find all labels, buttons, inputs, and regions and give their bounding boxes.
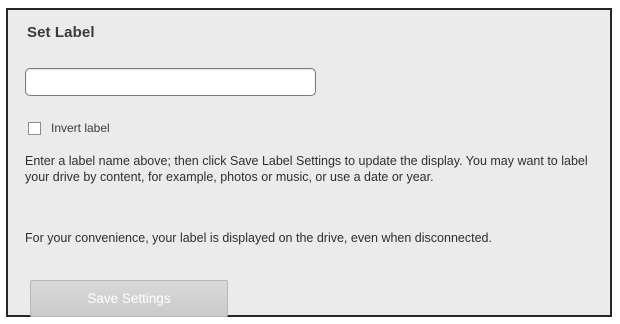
- panel-title: Set Label: [27, 24, 95, 41]
- help-text-instructions: Enter a label name above; then click Sav…: [25, 154, 588, 184]
- label-name-input[interactable]: [25, 68, 316, 96]
- invert-label-option[interactable]: Invert label: [28, 121, 110, 135]
- invert-label-checkbox[interactable]: [28, 121, 41, 135]
- save-settings-button[interactable]: Save Settings: [30, 280, 228, 317]
- invert-label-text: Invert label: [51, 121, 110, 135]
- help-text-convenience: For your convenience, your label is disp…: [25, 231, 492, 245]
- set-label-panel: Set Label Invert label Enter a label nam…: [6, 8, 612, 317]
